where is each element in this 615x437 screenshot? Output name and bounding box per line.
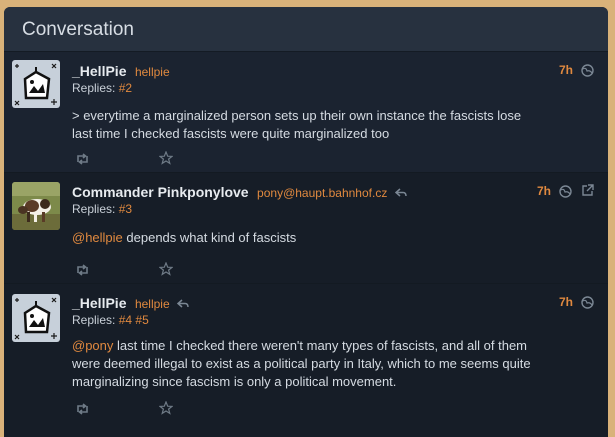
status-header: _HellPie hellpie	[72, 295, 582, 311]
repeat-icon[interactable]	[75, 402, 90, 420]
replies-label: Replies:	[72, 81, 116, 95]
star-icon[interactable]	[158, 400, 174, 420]
globe-icon	[559, 185, 572, 203]
text-line: depends what kind of fascists	[122, 230, 297, 245]
status-text: @pony last time I checked there weren't …	[72, 337, 592, 391]
star-icon[interactable]	[158, 261, 174, 281]
timestamp[interactable]: 7h	[537, 184, 551, 198]
status-item[interactable]: _HellPie hellpie 7h Replies: #4 #5 @pony…	[4, 284, 608, 437]
external-link-icon[interactable]	[581, 184, 594, 202]
author-account[interactable]: hellpie	[135, 65, 170, 79]
timestamp[interactable]: 7h	[559, 295, 573, 309]
mention-link[interactable]: @hellpie	[72, 230, 123, 245]
mention-link[interactable]: @pony	[72, 338, 113, 353]
panel-title: Conversation	[22, 19, 134, 40]
status-header: _HellPie hellpie	[72, 63, 582, 79]
author-account[interactable]: pony@haupt.bahnhof.cz	[257, 186, 387, 200]
reply-arrow-icon[interactable]	[176, 296, 189, 313]
panel-header: Conversation	[4, 7, 608, 52]
author-name[interactable]: _HellPie	[72, 295, 126, 311]
globe-icon	[581, 296, 594, 314]
replies-label: Replies:	[72, 202, 116, 216]
globe-icon	[581, 64, 594, 82]
status-text: > everytime a marginalized person sets u…	[72, 107, 592, 143]
text-line: last time I checked fascists were quite …	[72, 126, 390, 141]
author-name[interactable]: Commander Pinkponylove	[72, 184, 249, 200]
repeat-icon[interactable]	[75, 152, 90, 170]
text-line: last time I checked there weren't many t…	[113, 338, 528, 353]
timestamp[interactable]: 7h	[559, 63, 573, 77]
status-text: @hellpie depends what kind of fascists	[72, 229, 592, 247]
replies-label: Replies:	[72, 313, 116, 327]
status-header: Commander Pinkponylove pony@haupt.bahnho…	[72, 184, 582, 200]
reply-link[interactable]: #4	[119, 313, 132, 327]
replies-line: Replies: #4 #5	[72, 313, 149, 327]
author-name[interactable]: _HellPie	[72, 63, 126, 79]
text-line: were deemed illegal to exist as a politi…	[72, 356, 531, 371]
reply-link[interactable]: #2	[119, 81, 132, 95]
status-item[interactable]: Commander Pinkponylove pony@haupt.bahnho…	[4, 173, 608, 284]
replies-line: Replies: #3	[72, 202, 132, 216]
conversation-panel: Conversation _HellPie hellpie 7h Replies…	[4, 7, 608, 437]
star-icon[interactable]	[158, 150, 174, 170]
reply-link[interactable]: #5	[135, 313, 148, 327]
avatar[interactable]	[12, 294, 60, 342]
avatar[interactable]	[12, 182, 60, 230]
status-item[interactable]: _HellPie hellpie 7h Replies: #2 > everyt…	[4, 52, 608, 173]
reply-arrow-icon[interactable]	[394, 185, 407, 202]
text-line: > everytime a marginalized person sets u…	[72, 108, 522, 123]
replies-line: Replies: #2	[72, 81, 132, 95]
repeat-icon[interactable]	[75, 263, 90, 281]
reply-link[interactable]: #3	[119, 202, 132, 216]
author-account[interactable]: hellpie	[135, 297, 170, 311]
text-line: marginalizing since fascism is only a po…	[72, 374, 397, 389]
avatar[interactable]	[12, 60, 60, 108]
